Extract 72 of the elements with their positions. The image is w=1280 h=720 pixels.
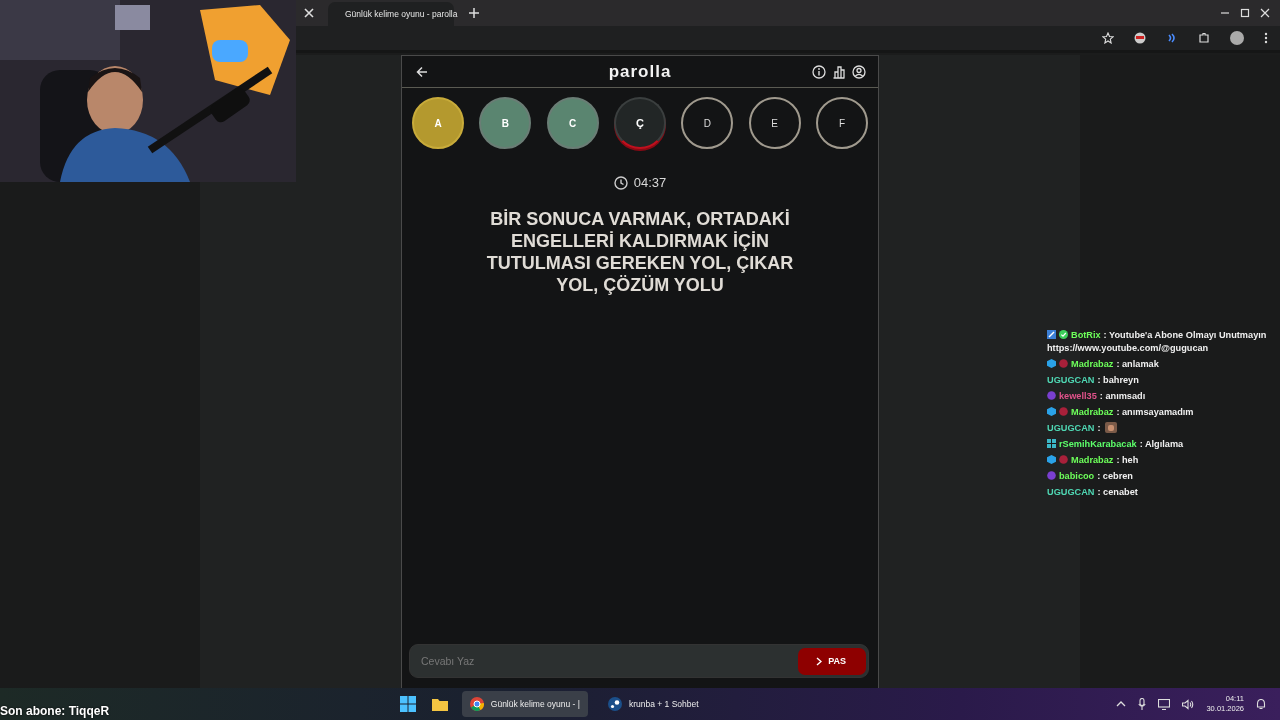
close-icon[interactable] <box>302 6 316 20</box>
app-title: parolla <box>607 61 673 82</box>
chat-message: : Algılama <box>1139 439 1184 449</box>
bar-chart-icon[interactable] <box>832 64 846 79</box>
grid-badge-icon <box>1047 439 1056 448</box>
chat-username: babicoo <box>1059 471 1095 481</box>
microphone-icon[interactable] <box>1138 698 1147 710</box>
star-icon[interactable] <box>1102 32 1114 44</box>
user-icon[interactable] <box>852 64 866 79</box>
chat-message: : cenabet <box>1097 487 1138 497</box>
chat-username: kewell35 <box>1059 391 1097 401</box>
folder-icon[interactable] <box>431 697 448 711</box>
letter-circle: E <box>748 97 801 149</box>
chat-username: BotRix <box>1071 330 1101 340</box>
gem-badge-icon <box>1059 455 1068 464</box>
gem-badge-icon <box>1059 359 1068 368</box>
back-arrow-icon[interactable] <box>416 65 428 78</box>
orb-badge-icon <box>1047 391 1056 400</box>
bot-badge-icon <box>1047 330 1056 339</box>
extension-icon[interactable] <box>1166 32 1178 44</box>
question-text: BİR SONUCA VARMAK, ORTADAKİ ENGELLERİ KALDIRMAK İÇİN TUTULMASI GEREKEN YOL, ÇIKAR YOL, ÇÖZÜM YOLU <box>485 208 795 296</box>
letter-circle: Ç <box>614 97 666 149</box>
cube-badge-icon <box>1047 455 1056 464</box>
timer-text: 04:37 <box>633 175 667 190</box>
chat-username: rSemihKarabacak <box>1059 439 1137 449</box>
extension-icon[interactable] <box>1134 32 1146 44</box>
browser-icon <box>469 697 484 711</box>
chat-link[interactable]: https://www.youtube.com/@gugucan <box>1047 342 1209 355</box>
info-icon[interactable] <box>812 64 826 79</box>
chat-username: UGUGCAN <box>1047 375 1095 385</box>
puzzle-icon[interactable] <box>1198 32 1210 44</box>
avatar-icon[interactable] <box>1230 31 1244 45</box>
chat-message: : cebren <box>1097 471 1133 481</box>
speaker-icon[interactable] <box>1182 698 1195 710</box>
notification-icon[interactable] <box>1256 698 1266 710</box>
chevron-up-icon[interactable] <box>1116 700 1127 708</box>
cube-badge-icon <box>1047 407 1056 416</box>
cube-badge-icon <box>1047 359 1056 368</box>
letter-circle: D <box>681 97 734 149</box>
close-icon[interactable] <box>1260 8 1270 18</box>
chat-message: : heh <box>1116 455 1139 465</box>
game-client-icon <box>607 697 622 711</box>
display-icon[interactable] <box>1158 698 1171 710</box>
maximize-icon[interactable] <box>1240 8 1250 18</box>
check-badge-icon <box>1059 330 1068 339</box>
chat-message: : anlamak <box>1116 359 1159 369</box>
taskbar-app[interactable]: krunba + 1 Sohbet <box>599 691 707 717</box>
chat-username: Madrabaz <box>1071 359 1114 369</box>
pass-button[interactable]: PAS <box>798 647 866 675</box>
chat-username: UGUGCAN <box>1047 487 1095 497</box>
letter-circle: A <box>412 97 464 149</box>
letter-circle: C <box>546 97 599 149</box>
letter-circle: F <box>815 97 868 149</box>
letter-circle: B <box>479 97 532 149</box>
windows-start-icon[interactable] <box>399 696 416 712</box>
gem-badge-icon <box>1059 407 1068 416</box>
menu-icon[interactable] <box>1264 32 1268 44</box>
chat-message: : <box>1097 423 1101 433</box>
chat-message: : bahreyn <box>1097 375 1139 385</box>
answer-field[interactable]: Cevabı Yaz PAS <box>409 644 869 678</box>
orb-badge-icon <box>1047 471 1056 480</box>
new-tab-icon[interactable] <box>468 7 480 19</box>
clock-icon <box>613 175 628 190</box>
chat-message: : anımsayamadım <box>1116 407 1194 417</box>
chevron-icon <box>816 656 823 666</box>
chat-message: : Youtube'a Abone Olmayı Unutmayın <box>1103 330 1267 340</box>
last-subscriber: Son abone: TiqqeR <box>0 704 110 718</box>
chat-username: Madrabaz <box>1071 455 1114 465</box>
chat-message: : anımsadı <box>1099 391 1146 401</box>
chat-username: Madrabaz <box>1071 407 1114 417</box>
chat-username: UGUGCAN <box>1047 423 1095 433</box>
taskbar-app[interactable]: Günlük kelime oyunu - | <box>461 691 588 717</box>
